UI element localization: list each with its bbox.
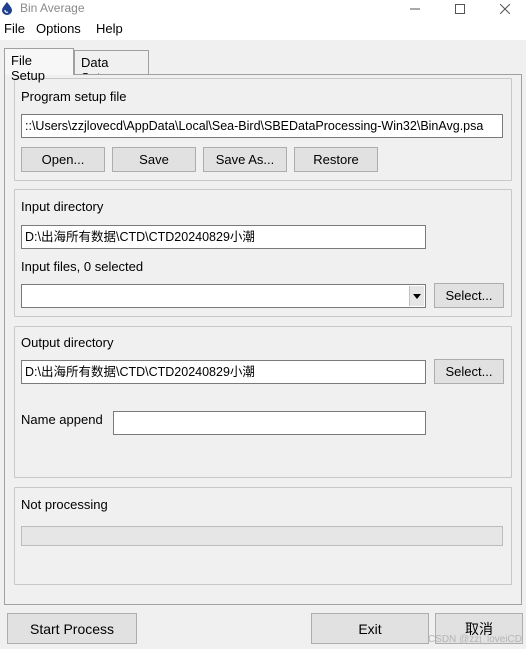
input-files-label: Input files, 0 selected <box>21 259 144 274</box>
dropdown-arrow-button[interactable] <box>409 286 424 306</box>
maximize-icon <box>455 4 465 14</box>
output-directory-label: Output directory <box>21 335 114 350</box>
exit-button[interactable]: Exit <box>311 613 429 644</box>
sea-bird-drop-icon <box>0 1 14 15</box>
name-append-field[interactable] <box>113 411 426 435</box>
close-window-button[interactable] <box>482 0 526 18</box>
program-setup-path-field[interactable]: ::\Users\zzjlovecd\AppData\Local\Sea-Bir… <box>21 114 503 138</box>
menu-file[interactable]: File <box>4 21 25 37</box>
output-select-button[interactable]: Select... <box>434 359 504 384</box>
minimize-button[interactable] <box>392 0 438 18</box>
program-setup-label: Program setup file <box>21 89 127 104</box>
progress-bar <box>21 526 503 546</box>
menu-options[interactable]: Options <box>36 21 81 37</box>
maximize-button[interactable] <box>437 0 483 18</box>
tab-file-setup[interactable]: File Setup <box>4 48 74 83</box>
input-select-button[interactable]: Select... <box>434 283 504 308</box>
save-as-button[interactable]: Save As... <box>203 147 287 172</box>
start-process-button[interactable]: Start Process <box>7 613 137 644</box>
menu-help[interactable]: Help <box>96 21 123 37</box>
open-button[interactable]: Open... <box>21 147 105 172</box>
input-files-dropdown[interactable] <box>21 284 426 308</box>
minimize-icon <box>410 8 420 10</box>
watermark: CSDN @zzj_loveiCD <box>427 634 522 645</box>
input-directory-field[interactable]: D:\出海所有数据\CTD\CTD20240829小潮 <box>21 225 426 249</box>
tab-data-setup[interactable]: Data Setup <box>74 50 149 85</box>
chevron-down-icon <box>413 293 421 299</box>
input-directory-label: Input directory <box>21 199 104 214</box>
status-text: Not processing <box>21 497 108 512</box>
window-title: Bin Average <box>20 1 85 15</box>
title-bar[interactable]: Bin Average <box>0 0 526 18</box>
close-icon <box>500 4 510 14</box>
menu-bar: File Options Help <box>0 18 526 40</box>
save-button[interactable]: Save <box>112 147 196 172</box>
restore-button[interactable]: Restore <box>294 147 378 172</box>
name-append-label: Name append <box>21 412 103 427</box>
output-directory-field[interactable]: D:\出海所有数据\CTD\CTD20240829小潮 <box>21 360 426 384</box>
